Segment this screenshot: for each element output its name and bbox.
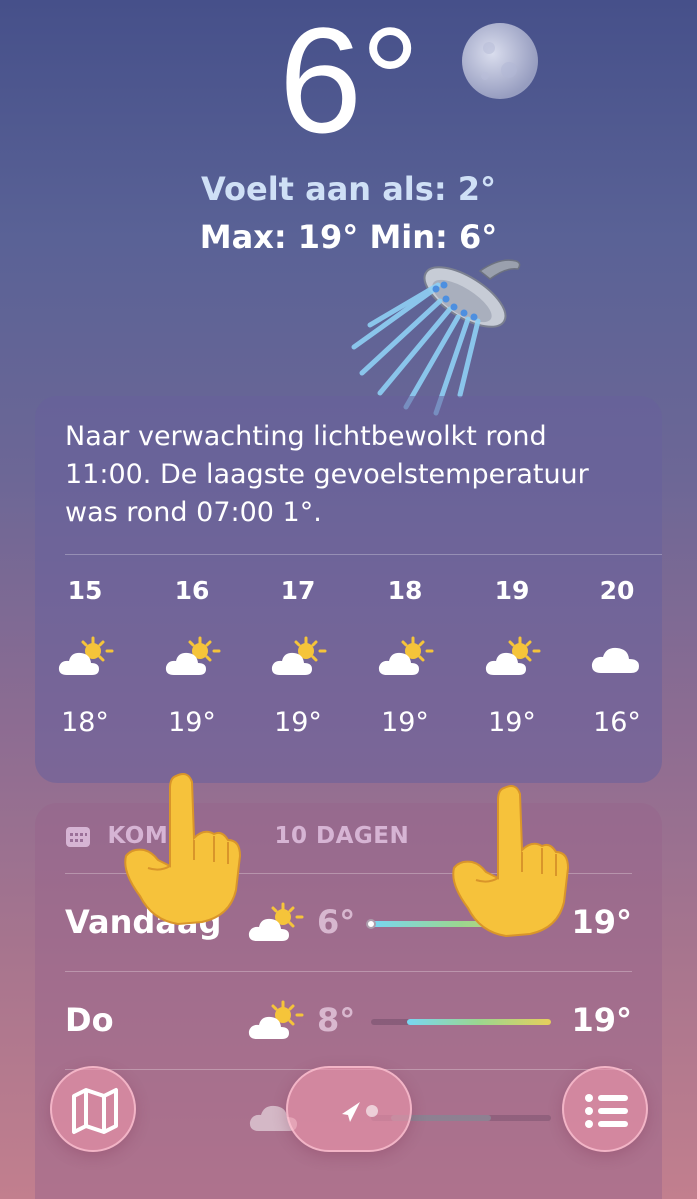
hour-label: 20 (599, 576, 635, 605)
max-min-text: Max: 19° Min: 6° (199, 218, 498, 256)
location-pager-button[interactable] (286, 1066, 412, 1152)
temperature-range-bar (371, 1019, 551, 1025)
range-fill (407, 1019, 551, 1025)
cloud-icon (587, 635, 647, 681)
hour-column: 16 19° (142, 576, 242, 738)
partly-sunny-icon (482, 635, 542, 681)
hour-temperature: 19° (488, 707, 536, 738)
calendar-icon (66, 826, 90, 847)
hour-label: 19 (494, 576, 530, 605)
hourly-forecast-card[interactable]: Naar verwachting lichtbewolkt rond 11:00… (35, 396, 662, 783)
hour-temperature: 18° (61, 707, 109, 738)
partly-sunny-icon (162, 635, 222, 681)
day-high: 19° (571, 1001, 632, 1039)
partly-sunny-icon (245, 999, 305, 1045)
hour-temperature: 19° (274, 707, 322, 738)
moon-icon (462, 23, 538, 99)
list-icon (585, 1094, 628, 1128)
map-icon (72, 1088, 118, 1134)
day-low: 6° (317, 903, 356, 941)
day-low: 8° (317, 1001, 356, 1039)
day-row[interactable]: Do 8° 19° (65, 979, 632, 1071)
location-arrow-icon (342, 1102, 378, 1122)
hour-label: 17 (280, 576, 316, 605)
hour-temperature: 16° (593, 707, 641, 738)
day-name: Do (65, 1001, 114, 1039)
hour-temperature: 19° (168, 707, 216, 738)
hour-column: 17 19° (248, 576, 348, 738)
partly-sunny-icon (55, 635, 115, 681)
hour-column: 15 18° (35, 576, 135, 738)
pointing-up-hand-right (446, 780, 576, 940)
partly-sunny-icon (375, 635, 435, 681)
feels-like-text: Voelt aan als: 2° (200, 170, 497, 208)
hour-label: 15 (67, 576, 103, 605)
current-temp-dot (366, 919, 376, 929)
partly-sunny-icon (268, 635, 328, 681)
day-high: 19° (571, 903, 632, 941)
divider (65, 971, 632, 972)
header-text-end: 10 DAGEN (274, 823, 410, 849)
city-list-button[interactable] (562, 1066, 648, 1152)
hour-temperature: 19° (381, 707, 429, 738)
hour-label: 16 (174, 576, 210, 605)
partly-sunny-icon (245, 901, 305, 947)
hour-column: 20 16° (567, 576, 667, 738)
map-button[interactable] (50, 1066, 136, 1152)
divider (65, 554, 662, 555)
hour-column: 18 19° (355, 576, 455, 738)
current-temperature: 6° (278, 0, 420, 164)
pointing-up-hand-left (118, 768, 248, 928)
forecast-summary: Naar verwachting lichtbewolkt rond 11:00… (65, 421, 589, 528)
hour-label: 18 (387, 576, 423, 605)
hour-column: 19 19° (462, 576, 562, 738)
